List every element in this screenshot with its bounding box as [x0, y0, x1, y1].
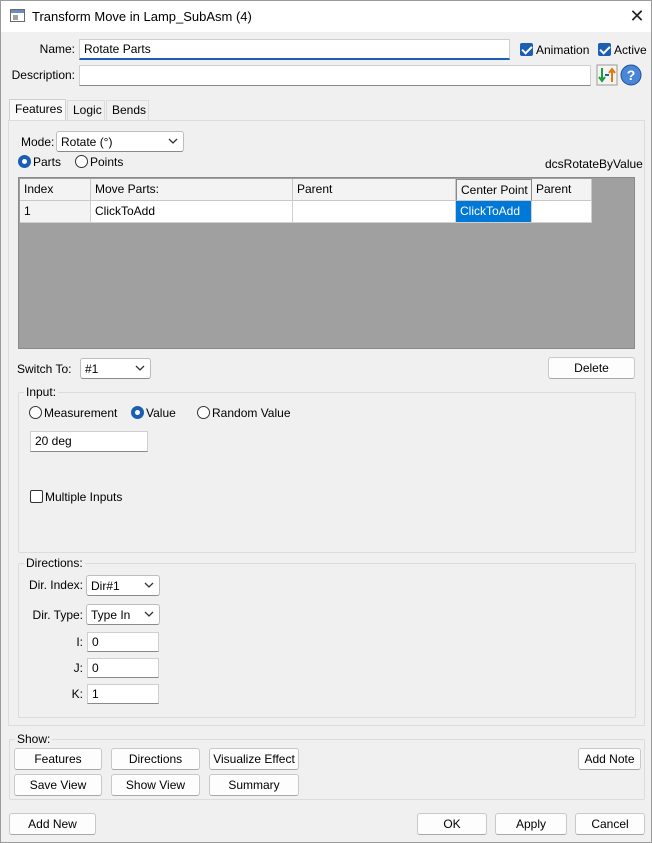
apply-button[interactable]: Apply — [495, 813, 567, 835]
j-field[interactable]: 0 — [87, 658, 159, 678]
add-note-button[interactable]: Add Note — [578, 748, 641, 770]
i-field[interactable]: 0 — [87, 632, 159, 652]
tab-features[interactable]: Features — [9, 99, 66, 121]
points-radio[interactable] — [75, 155, 88, 168]
title-bar: Transform Move in Lamp_SubAsm (4) ✕ — [1, 1, 651, 32]
mode-select-value: Rotate (°) — [61, 135, 113, 149]
name-input[interactable]: Rotate Parts — [79, 39, 510, 60]
j-label: J: — [73, 661, 83, 675]
show-group — [9, 739, 645, 800]
k-label: K: — [71, 687, 83, 701]
table-cell-index[interactable]: 1 — [20, 201, 91, 223]
value-radio-label: Value — [146, 406, 176, 420]
tab-bends[interactable]: Bends — [106, 100, 149, 121]
multiple-inputs-checkbox[interactable] — [30, 490, 43, 503]
close-icon[interactable]: ✕ — [625, 4, 649, 28]
function-name-label: dcsRotateByValue — [545, 157, 643, 171]
animation-checkbox[interactable] — [520, 43, 533, 56]
window-title: Transform Move in Lamp_SubAsm (4) — [32, 9, 252, 24]
show-features-button[interactable]: Features — [14, 748, 102, 770]
animation-label: Animation — [536, 43, 590, 57]
i-label: I: — [76, 635, 83, 649]
table-header-parent[interactable]: Parent — [293, 179, 456, 201]
help-icon[interactable]: ? — [620, 64, 642, 86]
description-label: Description: — [11, 68, 75, 82]
save-view-button[interactable]: Save View — [14, 774, 102, 796]
table-cell-center-point[interactable]: ClickToAdd — [456, 201, 532, 223]
table-header-index[interactable]: Index — [20, 179, 91, 201]
move-parts-table[interactable]: Index Move Parts: Parent Center Point Pa… — [18, 177, 635, 349]
parts-radio[interactable] — [18, 155, 31, 168]
measurement-radio-label: Measurement — [44, 406, 118, 420]
tab-logic[interactable]: Logic — [67, 100, 105, 121]
chevron-down-icon — [144, 611, 154, 617]
input-group-label: Input: — [24, 385, 59, 399]
visualize-effect-button[interactable]: Visualize Effect — [209, 748, 299, 770]
dir-type-label: Dir. Type: — [32, 608, 83, 622]
cancel-button[interactable]: Cancel — [575, 813, 645, 835]
window-app-icon — [10, 9, 25, 22]
chevron-down-icon — [144, 582, 154, 588]
multiple-inputs-label: Multiple Inputs — [45, 490, 123, 504]
transform-move-dialog: Transform Move in Lamp_SubAsm (4) ✕ Name… — [0, 0, 652, 843]
chevron-down-icon — [168, 138, 178, 144]
switch-to-select[interactable]: #1 — [80, 358, 151, 379]
random-value-radio[interactable] — [197, 406, 210, 419]
switch-to-value: #1 — [85, 362, 99, 376]
ok-button[interactable]: OK — [417, 813, 487, 835]
active-label: Active — [614, 43, 647, 57]
table-cell-move-parts[interactable]: ClickToAdd — [91, 201, 293, 223]
input-value-field[interactable]: 20 deg — [30, 431, 148, 452]
dir-index-select[interactable]: Dir#1 — [86, 575, 160, 596]
random-value-radio-label: Random Value — [212, 406, 291, 420]
help-glyph: ? — [627, 67, 636, 83]
value-radio[interactable] — [131, 406, 144, 419]
table-cell-parent-2[interactable] — [532, 201, 592, 223]
mode-label: Mode: — [21, 135, 55, 149]
table-header-center-point[interactable]: Center Point — [456, 179, 532, 201]
active-checkbox[interactable] — [598, 43, 611, 56]
show-group-label: Show: — [15, 732, 53, 746]
dir-index-label: Dir. Index: — [28, 578, 83, 592]
refresh-arrows-icon[interactable] — [596, 64, 618, 86]
dir-type-value: Type In — [91, 608, 131, 622]
show-view-button[interactable]: Show View — [111, 774, 200, 796]
measurement-radio[interactable] — [29, 406, 42, 419]
dir-type-select[interactable]: Type In — [86, 604, 160, 625]
points-radio-label: Points — [90, 155, 124, 169]
switch-to-label: Switch To: — [17, 362, 72, 376]
show-directions-button[interactable]: Directions — [111, 748, 200, 770]
k-field[interactable]: 1 — [87, 684, 159, 704]
dir-index-value: Dir#1 — [91, 579, 120, 593]
chevron-down-icon — [135, 365, 145, 371]
name-label: Name: — [39, 42, 75, 56]
description-input[interactable] — [79, 65, 591, 86]
directions-group-label: Directions: — [24, 556, 85, 570]
mode-select[interactable]: Rotate (°) — [56, 131, 184, 152]
table-header-move-parts[interactable]: Move Parts: — [91, 179, 293, 201]
parts-radio-label: Parts — [33, 155, 62, 169]
summary-button[interactable]: Summary — [209, 774, 299, 796]
add-new-button[interactable]: Add New — [9, 813, 96, 835]
delete-button[interactable]: Delete — [548, 357, 635, 379]
table-cell-parent[interactable] — [293, 201, 456, 223]
table-header-parent-2[interactable]: Parent — [532, 179, 592, 201]
